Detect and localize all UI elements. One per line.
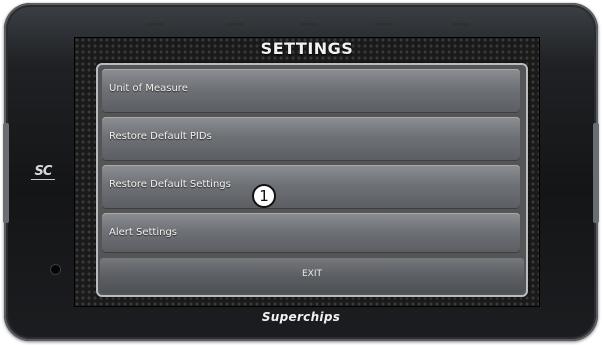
status-led bbox=[300, 23, 318, 26]
superchips-wordmark: Superchips bbox=[261, 310, 341, 324]
menu-item-restore-default-settings[interactable]: Restore Default Settings bbox=[102, 165, 520, 209]
menu-item-unit-of-measure[interactable]: Unit of Measure bbox=[102, 69, 520, 113]
status-led bbox=[226, 23, 244, 26]
menu-item-alert-settings[interactable]: Alert Settings bbox=[102, 213, 520, 253]
menu-item-restore-default-pids[interactable]: Restore Default PIDs bbox=[102, 117, 520, 161]
right-side-tab bbox=[593, 123, 599, 223]
screen: SETTINGS Unit of Measure Restore Default… bbox=[74, 37, 540, 307]
settings-menu: Unit of Measure Restore Default PIDs Res… bbox=[96, 63, 528, 297]
status-led bbox=[146, 23, 164, 26]
menu-item-label: Alert Settings bbox=[109, 227, 177, 238]
light-sensor bbox=[51, 265, 60, 274]
status-led bbox=[375, 23, 393, 26]
sc-logo: SC bbox=[28, 163, 58, 181]
superchips-device: SC SETTINGS Unit of Measure Restore Defa… bbox=[3, 3, 599, 341]
exit-label: EXIT bbox=[301, 269, 322, 279]
exit-button[interactable]: EXIT bbox=[100, 258, 524, 293]
menu-item-label: Unit of Measure bbox=[109, 83, 188, 94]
status-led bbox=[452, 23, 470, 26]
left-side-tab bbox=[3, 123, 9, 223]
menu-item-label: Restore Default PIDs bbox=[109, 131, 212, 142]
callout-marker: 1 bbox=[252, 184, 276, 208]
page-title: SETTINGS bbox=[260, 39, 354, 58]
menu-item-label: Restore Default Settings bbox=[109, 179, 231, 190]
